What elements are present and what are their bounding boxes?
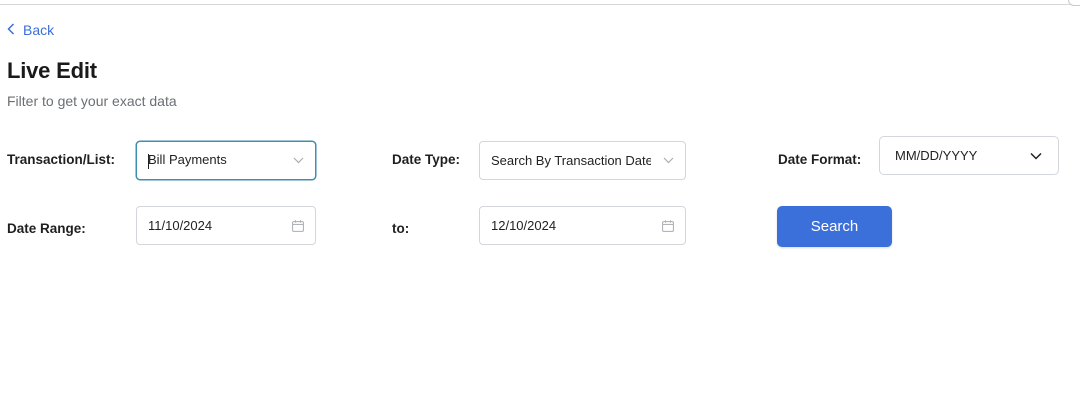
to-label: to:: [392, 221, 410, 236]
top-divider: [0, 0, 1080, 5]
page-subtitle: Filter to get your exact data: [7, 93, 177, 109]
date-format-select[interactable]: MM/DD/YYYY: [879, 136, 1059, 175]
transaction-list-select[interactable]: Bill Payments: [136, 141, 316, 180]
back-link[interactable]: Back: [7, 22, 54, 38]
chevron-down-icon: [651, 157, 685, 164]
page-title: Live Edit: [7, 58, 97, 83]
back-label: Back: [23, 22, 55, 38]
chevron-left-icon: [7, 22, 15, 38]
window-corner: [1068, 0, 1080, 6]
date-type-label: Date Type:: [392, 152, 461, 167]
date-format-value: MM/DD/YYYY: [895, 148, 978, 163]
date-range-label: Date Range:: [7, 221, 86, 236]
search-button[interactable]: Search: [777, 206, 892, 247]
date-to-value: 12/10/2024: [491, 218, 557, 233]
date-to-input[interactable]: 12/10/2024: [479, 206, 686, 245]
calendar-icon[interactable]: [651, 219, 685, 232]
date-format-label: Date Format:: [778, 152, 862, 167]
date-from-value: 11/10/2024: [148, 218, 213, 233]
transaction-list-label: Transaction/List:: [7, 152, 116, 167]
date-from-input[interactable]: 11/10/2024: [136, 206, 316, 245]
calendar-icon[interactable]: [281, 219, 315, 232]
transaction-list-value: Bill Payments: [148, 152, 227, 168]
chevron-down-icon: [281, 157, 315, 164]
date-type-value: Search By Transaction Date: [491, 153, 651, 168]
chevron-down-icon: [1014, 152, 1058, 160]
date-type-select[interactable]: Search By Transaction Date: [479, 141, 686, 180]
